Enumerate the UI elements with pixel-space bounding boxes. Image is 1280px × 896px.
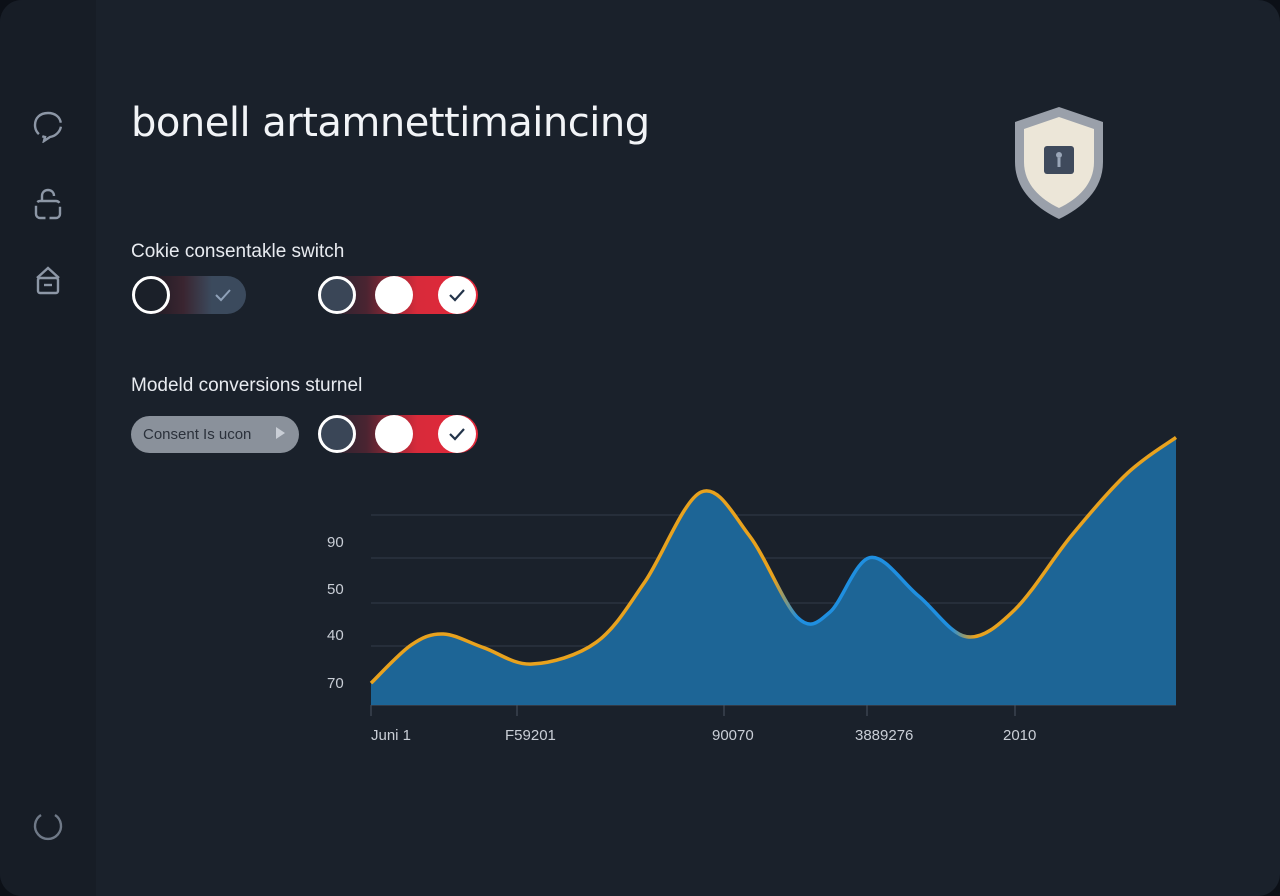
x-tick-label: 2010 (1003, 727, 1036, 744)
y-tick-label: 90 (327, 534, 344, 551)
x-tick-label: Juni 1 (371, 727, 411, 744)
x-axis: Juni 1 F59201 90070 3889276 2010 (370, 705, 1036, 744)
y-tick-label: 70 (327, 675, 344, 692)
x-tick-label: F59201 (505, 727, 556, 744)
y-tick-label: 50 (327, 581, 344, 598)
y-tick-label: 40 (327, 627, 344, 644)
x-tick-label: 90070 (712, 727, 754, 744)
app-window: bonell artamnettimaincing Cokie consenta… (0, 0, 1280, 896)
area-fill (371, 437, 1176, 705)
x-tick-label: 3889276 (855, 727, 913, 744)
y-axis: 90 50 40 70 (327, 534, 344, 692)
area-chart: 90 50 40 70 Juni 1 F59201 90070 3889276 2010 (327, 436, 1178, 744)
